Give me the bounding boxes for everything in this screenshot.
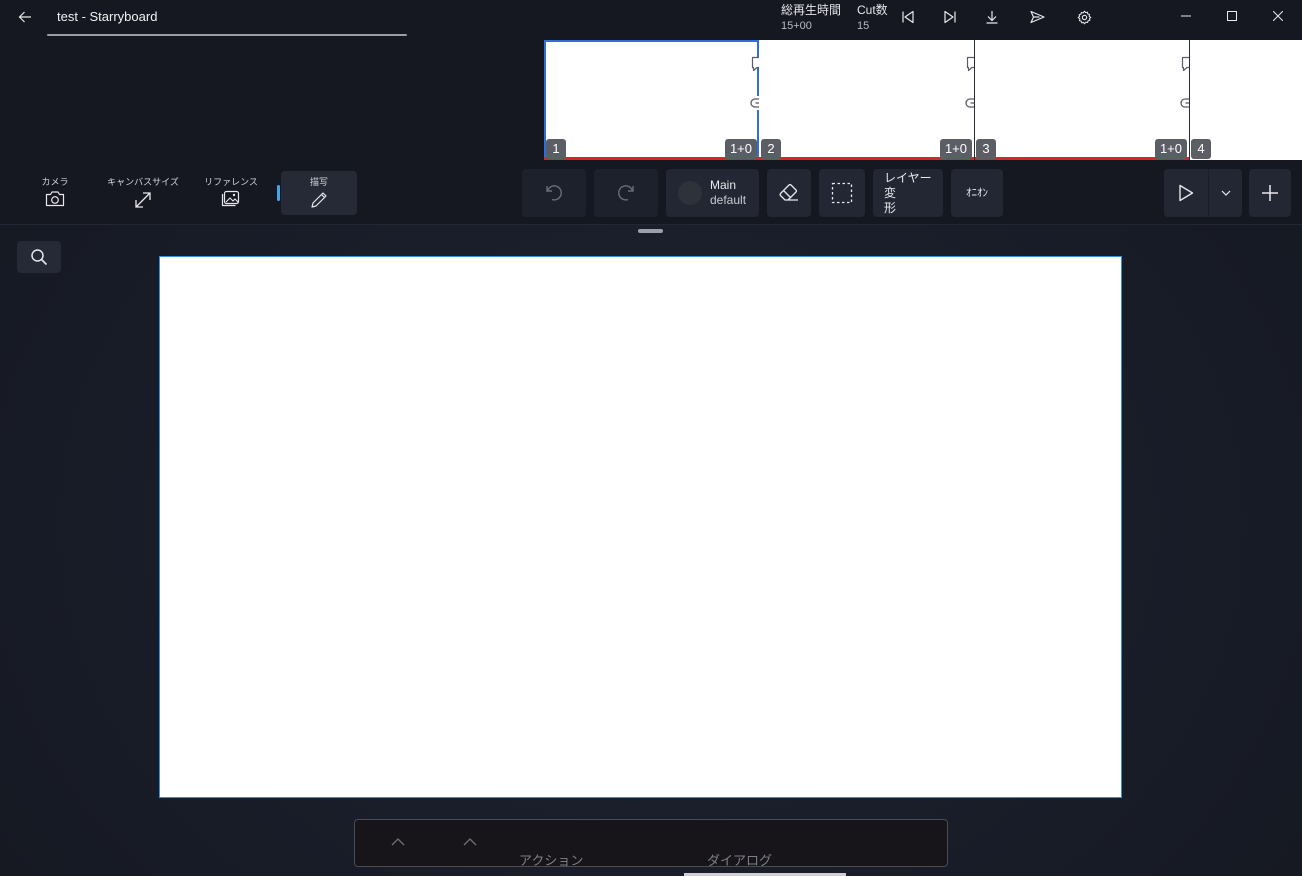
search-button[interactable] — [17, 241, 61, 273]
layer-transform-label: レイヤー変 — [884, 170, 932, 200]
cut-duration: 1+0 — [939, 139, 972, 159]
maximize-icon — [1227, 11, 1237, 21]
selection-icon — [831, 182, 853, 204]
thumb-divider — [1189, 40, 1190, 160]
chevron-up-icon — [463, 838, 477, 846]
settings-button[interactable] — [1072, 5, 1096, 29]
skip-to-end-button[interactable] — [938, 5, 962, 29]
drawing-canvas[interactable] — [159, 256, 1122, 798]
eraser-button[interactable] — [767, 169, 811, 217]
cut-thumbnail[interactable]: 3 1+0 — [974, 40, 1198, 160]
dialog-label[interactable]: ダイアログ — [707, 850, 772, 869]
canvas-size-label: キャンバスサイズ — [107, 177, 179, 187]
total-time-value: 15+00 — [781, 20, 812, 32]
action-label[interactable]: アクション — [519, 850, 583, 869]
download-icon — [986, 11, 998, 24]
thumb-divider — [974, 40, 975, 160]
cut-count-value: 15 — [857, 20, 870, 32]
maximize-button[interactable] — [1209, 0, 1255, 32]
chevron-up-icon — [391, 838, 405, 846]
close-button[interactable] — [1255, 0, 1301, 32]
arrow-left-icon — [18, 11, 31, 23]
image-reference-icon — [221, 190, 241, 213]
active-tool-indicator — [277, 185, 280, 201]
plus-icon — [1262, 185, 1278, 201]
play-icon — [1179, 184, 1194, 202]
layer-name: Main — [710, 178, 737, 192]
app-window: test - Starryboard 総再生時間 15+00 Cut数 15 1… — [0, 0, 1302, 876]
bottom-panel: アクション ダイアログ — [354, 819, 948, 869]
layer-selector-button[interactable]: Main default — [666, 169, 759, 217]
window-title: test - Starryboard — [57, 9, 158, 24]
camera-tool[interactable]: カメラ — [34, 171, 76, 215]
cut-count-stat: Cut数 15 — [857, 2, 888, 34]
close-icon — [1273, 11, 1283, 21]
layer-sub: default — [710, 193, 747, 207]
canvas-size-tool[interactable]: キャンバスサイズ — [107, 171, 179, 215]
redo-button[interactable] — [594, 169, 658, 217]
redo-icon — [618, 185, 634, 201]
layer-transform-button[interactable]: レイヤー変 形 — [873, 169, 943, 217]
eraser-icon — [779, 183, 798, 201]
gear-icon — [1077, 10, 1091, 24]
skip-to-end-icon — [944, 10, 956, 24]
play-button-group — [1164, 169, 1242, 217]
search-icon — [31, 249, 48, 266]
cut-duration: 1+0 — [724, 139, 757, 159]
send-icon — [1029, 10, 1045, 24]
total-time-label: 総再生時間 — [781, 3, 842, 17]
minimize-icon — [1181, 15, 1191, 17]
cut-number: 2 — [761, 139, 781, 159]
camera-label: カメラ — [41, 177, 69, 187]
reference-label: リファレンス — [204, 177, 258, 187]
send-button[interactable] — [1025, 5, 1049, 29]
expand-panel-button[interactable] — [460, 834, 480, 850]
undo-icon — [546, 185, 562, 201]
minimize-button[interactable] — [1163, 0, 1209, 32]
pencil-icon — [309, 190, 329, 215]
skip-to-start-icon — [902, 10, 914, 24]
resize-diagonal-icon — [133, 190, 153, 215]
download-button[interactable] — [980, 5, 1004, 29]
camera-icon — [45, 190, 65, 213]
layer-transform-label-line2: 形 — [884, 200, 897, 215]
cut-duration: 1+0 — [1154, 139, 1187, 159]
back-button[interactable] — [10, 4, 40, 30]
cut-number: 4 — [1191, 139, 1211, 159]
cut-number: 1 — [546, 139, 566, 159]
total-time-stat: 総再生時間 15+00 — [781, 2, 841, 34]
play-button[interactable] — [1164, 169, 1208, 217]
cut-thumbnail[interactable]: 1 1+0 — [544, 40, 768, 160]
chevron-down-icon — [1221, 190, 1230, 196]
undo-button[interactable] — [522, 169, 586, 217]
add-cut-button[interactable] — [1249, 169, 1291, 217]
draw-label: 描写 — [309, 177, 328, 187]
reference-tool[interactable]: リファレンス — [204, 171, 258, 215]
onion-skin-button[interactable]: ｵﾆｵﾝ — [951, 169, 1003, 217]
cut-count-label: Cut数 — [857, 3, 888, 17]
cut-thumbnail[interactable]: 2 1+0 — [759, 40, 983, 160]
title-underline — [47, 34, 407, 36]
cut-number: 3 — [976, 139, 996, 159]
play-options-dropdown[interactable] — [1208, 169, 1242, 217]
skip-to-start-button[interactable] — [896, 5, 920, 29]
layer-color-swatch — [678, 181, 702, 205]
onion-label: ｵﾆｵﾝ — [966, 186, 988, 199]
panel-resize-handle[interactable] — [638, 229, 663, 233]
draw-tool[interactable]: 描写 — [281, 171, 357, 215]
expand-panel-button[interactable] — [388, 834, 408, 850]
cut-thumbnail-strip: 1 1+0 2 1+0 3 1+0 4 — [544, 40, 1302, 160]
cut-thumbnail[interactable]: 4 — [1189, 40, 1302, 160]
selection-button[interactable] — [819, 169, 865, 217]
